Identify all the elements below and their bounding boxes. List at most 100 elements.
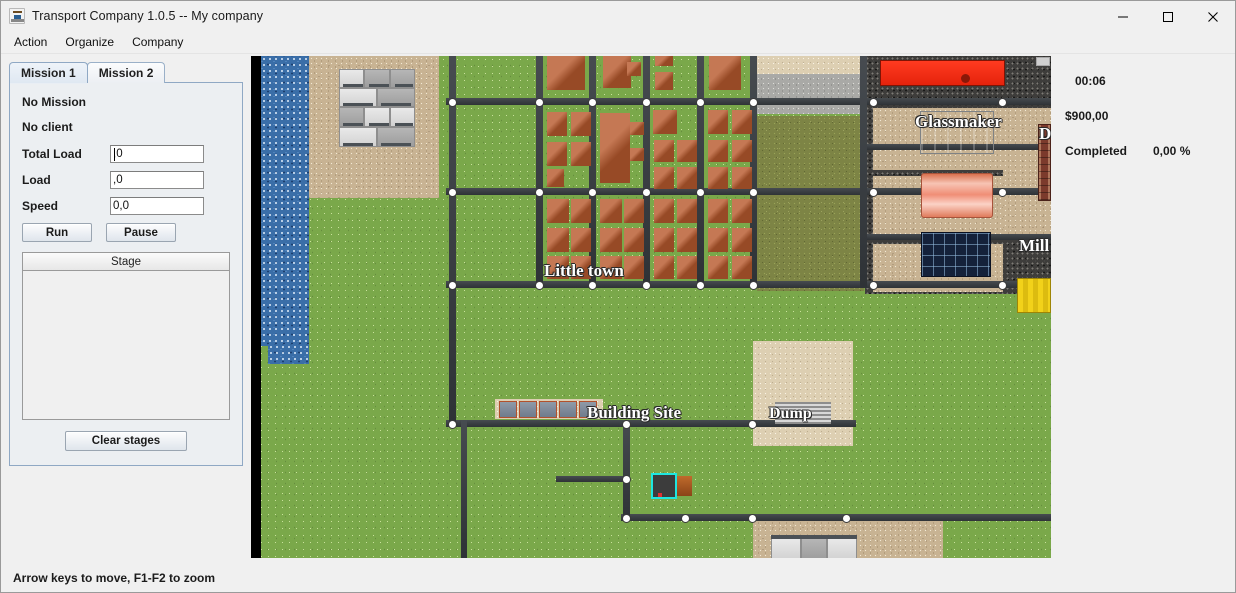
game-clock: 00:06 <box>1075 74 1106 88</box>
minimize-icon[interactable] <box>1100 1 1145 32</box>
road-node[interactable] <box>447 97 457 107</box>
mission-tab-panel: No Mission No client Total Load ,0 Load … <box>9 82 243 466</box>
run-button[interactable]: Run <box>22 223 92 242</box>
house <box>571 199 591 223</box>
house <box>547 169 564 187</box>
road-node[interactable] <box>447 280 457 290</box>
java-coffee-cup-icon <box>9 8 25 24</box>
tab-mission-2[interactable]: Mission 2 <box>86 62 166 83</box>
application-window: Transport Company 1.0.5 -- My company Ac… <box>0 0 1236 593</box>
house <box>547 199 569 223</box>
total-load-input[interactable]: ,0 <box>110 145 204 163</box>
pause-button[interactable]: Pause <box>106 223 176 242</box>
road-node[interactable] <box>695 187 705 197</box>
road-node[interactable] <box>534 187 544 197</box>
close-icon[interactable] <box>1190 1 1235 32</box>
road-node[interactable] <box>841 513 851 523</box>
road-node[interactable] <box>447 419 457 429</box>
industry-red-factory[interactable] <box>880 60 1005 86</box>
stone-bar <box>343 123 363 126</box>
road-v[interactable] <box>461 420 467 558</box>
house <box>571 142 591 166</box>
load-row: Load ,0 <box>20 171 232 189</box>
road-node[interactable] <box>868 97 878 107</box>
industry-mill[interactable] <box>1017 278 1051 313</box>
truck-body-selected[interactable] <box>651 473 677 499</box>
map-void-left <box>251 56 261 558</box>
road-node[interactable] <box>534 97 544 107</box>
main-content: Mission 1 Mission 2 No Mission No client… <box>1 54 1235 564</box>
road-node[interactable] <box>868 280 878 290</box>
menu-item-action[interactable]: Action <box>5 32 56 53</box>
tab-mission-1[interactable]: Mission 1 <box>9 62 88 84</box>
clear-stages-row: Clear stages <box>20 431 232 451</box>
road-node[interactable] <box>748 97 758 107</box>
industry-glassmaker[interactable] <box>920 111 994 154</box>
road-h[interactable] <box>556 476 626 482</box>
road-node[interactable] <box>621 474 631 484</box>
menu-item-organize[interactable]: Organize <box>56 32 123 53</box>
road-node[interactable] <box>680 513 690 523</box>
house <box>732 167 752 189</box>
house <box>654 167 674 189</box>
road-node[interactable] <box>997 97 1007 107</box>
maximize-icon[interactable] <box>1145 1 1190 32</box>
road-node[interactable] <box>641 97 651 107</box>
window-title: Transport Company 1.0.5 -- My company <box>32 9 264 23</box>
building-site-unit <box>519 401 537 418</box>
road-node[interactable] <box>747 419 757 429</box>
clear-stages-button[interactable]: Clear stages <box>65 431 187 451</box>
road-node[interactable] <box>641 187 651 197</box>
road-node[interactable] <box>621 513 631 523</box>
road-v[interactable] <box>623 420 630 521</box>
industry-brickworks[interactable] <box>921 173 993 218</box>
road-node[interactable] <box>695 280 705 290</box>
house <box>654 228 674 252</box>
industry-coalmine[interactable] <box>921 232 991 277</box>
road-node[interactable] <box>695 97 705 107</box>
stage-column-header[interactable]: Stage <box>23 253 229 271</box>
road-node[interactable] <box>868 187 878 197</box>
selected-truck[interactable] <box>651 473 695 503</box>
speed-label: Speed <box>22 199 59 213</box>
road-v[interactable] <box>860 56 867 288</box>
industry-depot-building[interactable] <box>1038 124 1051 201</box>
status-bar: Arrow keys to move, F1-F2 to zoom <box>1 564 1235 592</box>
road-node[interactable] <box>641 280 651 290</box>
road-node[interactable] <box>621 419 631 429</box>
road-v[interactable] <box>589 56 596 288</box>
building-site-unit <box>539 401 557 418</box>
house <box>677 228 697 252</box>
road-v[interactable] <box>536 56 543 288</box>
road-node[interactable] <box>748 280 758 290</box>
road-node[interactable] <box>587 280 597 290</box>
road-node[interactable] <box>997 280 1007 290</box>
building-site-unit <box>579 401 597 418</box>
road-node[interactable] <box>587 187 597 197</box>
road-node[interactable] <box>534 280 544 290</box>
truck-indicator-light <box>658 493 662 497</box>
road-node[interactable] <box>748 187 758 197</box>
road-v[interactable] <box>449 56 456 427</box>
menu-item-company[interactable]: Company <box>123 32 192 53</box>
stage-table[interactable]: Stage <box>22 252 230 420</box>
map-canvas[interactable]: Little town Glassmaker Building Site Dum… <box>251 56 1051 558</box>
stage-table-body[interactable] <box>23 271 229 419</box>
house <box>654 199 674 223</box>
road-node[interactable] <box>997 187 1007 197</box>
south-building-bar <box>771 535 857 539</box>
map-viewport[interactable]: Little town Glassmaker Building Site Dum… <box>251 56 1051 558</box>
road-node[interactable] <box>447 187 457 197</box>
dump-ground[interactable] <box>753 341 853 446</box>
south-building <box>771 538 801 558</box>
house <box>708 167 728 189</box>
house <box>627 62 641 76</box>
road-v[interactable] <box>643 56 650 288</box>
load-input[interactable]: ,0 <box>110 171 204 189</box>
speed-input[interactable]: 0,0 <box>110 197 204 215</box>
map-scroll-nub[interactable] <box>1036 57 1050 66</box>
road-node[interactable] <box>587 97 597 107</box>
client-status: No client <box>22 120 73 134</box>
road-v[interactable] <box>697 56 704 288</box>
road-node[interactable] <box>747 513 757 523</box>
